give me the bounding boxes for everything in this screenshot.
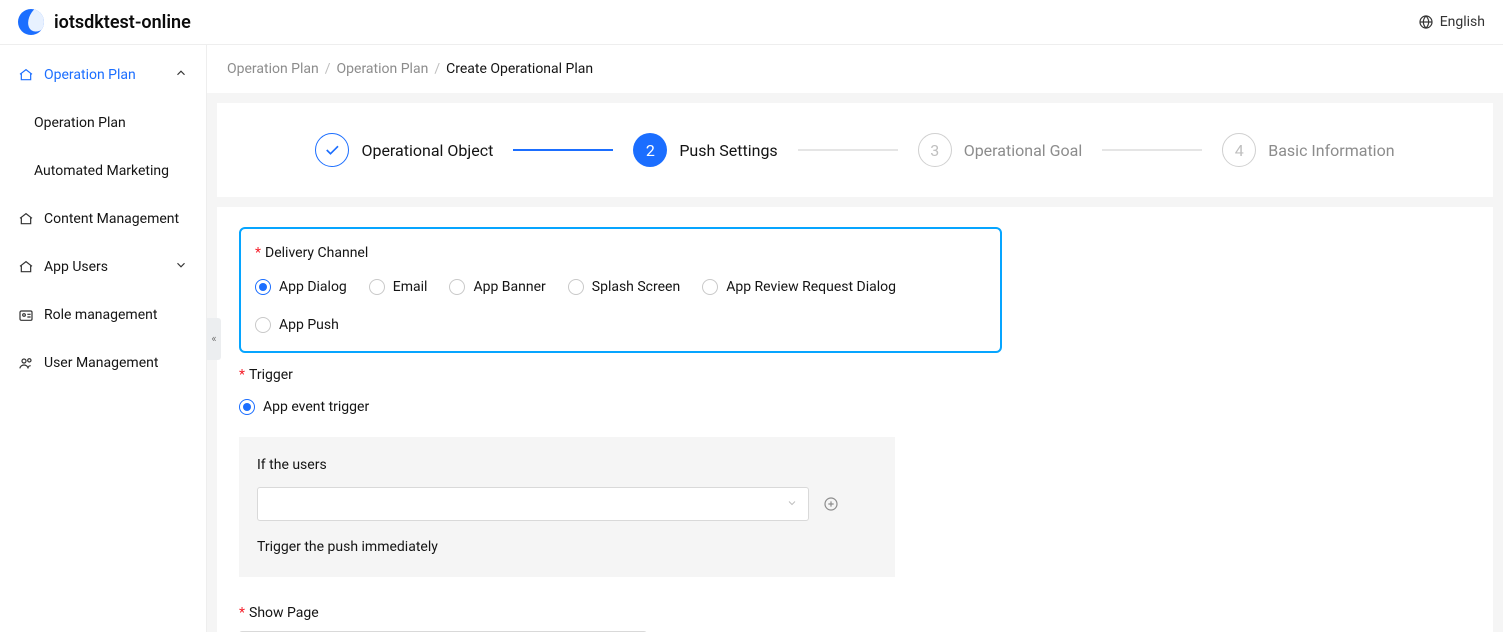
step-basic-information[interactable]: 4 Basic Information — [1222, 133, 1394, 167]
delivery-channel-label: Delivery Channel — [255, 245, 368, 261]
step-number: 3 — [918, 133, 952, 167]
breadcrumb-item[interactable]: Operation Plan — [227, 61, 319, 77]
radio-dot-icon — [255, 279, 271, 295]
sidebar-item-label: Content Management — [44, 211, 179, 227]
step-label: Operational Goal — [964, 141, 1083, 160]
radio-app-review-request[interactable]: App Review Request Dialog — [702, 279, 896, 295]
brand-logo-icon — [18, 9, 44, 35]
breadcrumb-sep: / — [434, 61, 440, 77]
step-label: Push Settings — [679, 141, 777, 160]
users-icon — [18, 355, 34, 371]
breadcrumb-item[interactable]: Operation Plan — [337, 61, 429, 77]
check-icon — [315, 133, 349, 167]
show-page-label: Show Page — [239, 605, 1471, 621]
sidebar-item-label: Operation Plan — [44, 67, 136, 83]
breadcrumb-sep: / — [325, 61, 331, 77]
if-users-label: If the users — [257, 457, 877, 473]
sidebar-item-role-management[interactable]: Role management — [0, 291, 206, 339]
sidebar-collapse-handle[interactable]: « — [207, 318, 221, 360]
step-operational-goal[interactable]: 3 Operational Goal — [918, 133, 1083, 167]
step-connector — [1102, 149, 1202, 151]
radio-email[interactable]: Email — [369, 279, 428, 295]
sidebar-item-user-management[interactable]: User Management — [0, 339, 206, 387]
breadcrumb-current: Create Operational Plan — [446, 61, 593, 77]
trigger-section: Trigger App event trigger If the users — [239, 367, 1471, 577]
form-card: Delivery Channel App Dialog Email App Ba… — [217, 207, 1493, 632]
step-connector — [798, 149, 898, 151]
brand: iotsdktest-online — [18, 9, 191, 35]
globe-icon — [1418, 14, 1434, 30]
step-label: Basic Information — [1268, 141, 1394, 160]
sidebar-item-operation-plan[interactable]: Operation Plan — [0, 51, 206, 99]
breadcrumb: Operation Plan / Operation Plan / Create… — [207, 45, 1503, 93]
radio-label: Email — [393, 279, 428, 295]
sidebar-item-content-management[interactable]: Content Management — [0, 195, 206, 243]
sidebar-item-label: Role management — [44, 307, 157, 323]
step-label: Operational Object — [361, 141, 493, 160]
step-connector — [513, 149, 613, 151]
id-card-icon — [18, 307, 34, 323]
radio-label: App Dialog — [279, 279, 347, 295]
step-number: 4 — [1222, 133, 1256, 167]
home-icon — [18, 259, 34, 275]
radio-app-event-trigger[interactable]: App event trigger — [239, 399, 369, 415]
brand-name: iotsdktest-online — [54, 12, 191, 33]
home-icon — [18, 67, 34, 83]
radio-dot-icon — [369, 279, 385, 295]
step-push-settings[interactable]: 2 Push Settings — [633, 133, 777, 167]
add-condition-button[interactable] — [823, 496, 839, 512]
radio-dot-icon — [449, 279, 465, 295]
main-content: « Operation Plan / Operation Plan / Crea… — [207, 45, 1503, 632]
trigger-config-panel: If the users Trigger the push immediate — [239, 437, 895, 577]
delivery-channel-radio-group: App Dialog Email App Banner Splash Scree… — [255, 279, 986, 333]
radio-app-push[interactable]: App Push — [255, 317, 339, 333]
steps: Operational Object 2 Push Settings 3 Ope… — [217, 103, 1493, 197]
radio-dot-icon — [239, 399, 255, 415]
radio-label: App Banner — [473, 279, 545, 295]
trigger-push-hint: Trigger the push immediately — [257, 539, 877, 555]
sidebar-item-app-users[interactable]: App Users — [0, 243, 206, 291]
radio-label: App Review Request Dialog — [726, 279, 896, 295]
radio-dot-icon — [255, 317, 271, 333]
radio-app-dialog[interactable]: App Dialog — [255, 279, 347, 295]
sidebar-item-label: App Users — [44, 259, 108, 275]
radio-dot-icon — [568, 279, 584, 295]
sidebar-sub-automated-marketing[interactable]: Automated Marketing — [0, 147, 206, 195]
chevron-down-icon — [174, 258, 188, 276]
radio-dot-icon — [702, 279, 718, 295]
sidebar-item-label: Automated Marketing — [34, 163, 169, 179]
radio-app-banner[interactable]: App Banner — [449, 279, 545, 295]
trigger-label: Trigger — [239, 367, 1471, 383]
sidebar-item-label: Operation Plan — [34, 115, 126, 131]
step-operational-object[interactable]: Operational Object — [315, 133, 493, 167]
show-page-section: Show Page Home Page — [239, 605, 1471, 632]
radio-label: App Push — [279, 317, 339, 333]
radio-label: App event trigger — [263, 399, 369, 415]
radio-splash-screen[interactable]: Splash Screen — [568, 279, 680, 295]
topbar: iotsdktest-online English — [0, 0, 1503, 45]
language-label: English — [1440, 14, 1485, 30]
user-event-select[interactable] — [257, 487, 809, 521]
delivery-channel-section: Delivery Channel App Dialog Email App Ba… — [239, 227, 1002, 353]
sidebar: Operation Plan Operation Plan Automated … — [0, 45, 207, 632]
home-icon — [18, 211, 34, 227]
chevron-up-icon — [174, 66, 188, 84]
language-switcher[interactable]: English — [1418, 14, 1485, 30]
chevron-down-icon — [786, 497, 798, 512]
sidebar-item-label: User Management — [44, 355, 158, 371]
radio-label: Splash Screen — [592, 279, 680, 295]
sidebar-sub-operation-plan[interactable]: Operation Plan — [0, 99, 206, 147]
step-number: 2 — [633, 133, 667, 167]
